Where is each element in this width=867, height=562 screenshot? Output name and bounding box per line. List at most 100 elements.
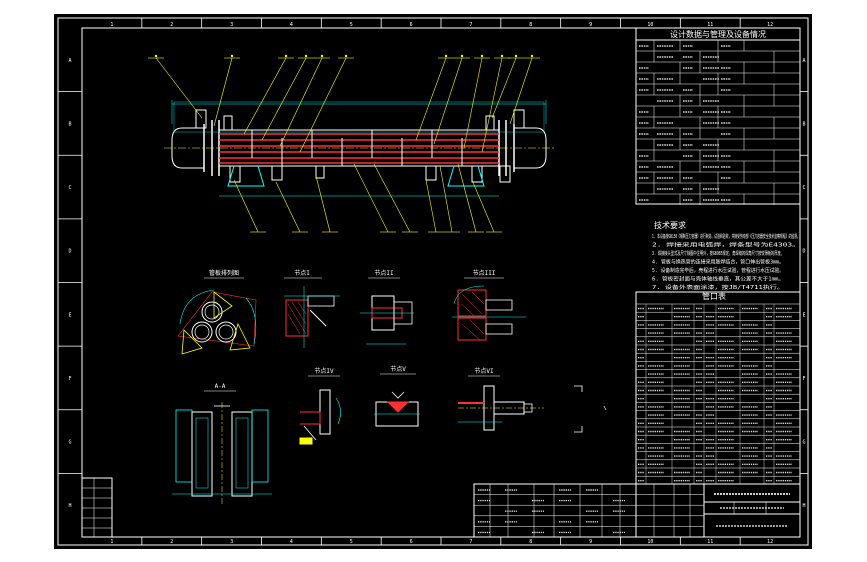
border-number-bottom: 3: [230, 539, 233, 545]
border-letter-left: D: [68, 249, 71, 255]
tube-bundle: [219, 133, 499, 164]
border-number-top: 12: [767, 22, 773, 28]
nozzle-bottom-4: [425, 165, 437, 181]
leader-balloon: [514, 54, 518, 58]
title-block: [81, 477, 801, 538]
detail-label-7: 节点V: [390, 365, 406, 373]
detail-node-5: 节点V: [374, 365, 420, 427]
detail-node-2: 节点II: [360, 269, 414, 345]
part-leader-lines: [148, 54, 540, 233]
drawing-sheet: 1 2 3 4 5 6 7 8 9 10 11 12 1 2 3 4 5 6 7 8 9 10 11 12 A B C D E F G H A B…: [54, 14, 812, 549]
tech-requirement-lines: 1. 本设备按GB150《钢制压力容器》进行制造、试验和验收，并接受劳动部《压力…: [652, 233, 800, 291]
spec-table-title: 设计数据与管理及设备情况: [670, 29, 766, 39]
design-spec-table: 设计数据与管理及设备情况: [635, 27, 801, 205]
leader-balloon: [344, 54, 348, 58]
detail-label-8: 节点VI: [474, 367, 494, 375]
leader-balloon: [304, 54, 308, 58]
leader-balloon: [460, 54, 464, 58]
detail-label-3: 节点II: [374, 269, 394, 277]
border-letter-right: A: [802, 58, 805, 64]
leader-balloon: [444, 54, 448, 58]
border-number-bottom: 12: [767, 539, 773, 545]
border-number-top: 8: [529, 22, 532, 28]
tech-requirement-line: 1. 本设备按GB150《钢制压力容器》进行制造、试验和验收，并接受劳动部《压力…: [652, 233, 800, 240]
border-letter-right: B: [802, 121, 805, 127]
tech-requirement-line: 2. 焊接采用电弧焊，焊条型号为E4303。: [652, 242, 800, 249]
detail-section-a-a: A-A: [172, 383, 272, 504]
border-letter-left: E: [68, 312, 71, 318]
border-number-top: 4: [290, 22, 293, 28]
technical-requirements: 技术要求 1. 本设备按GB150《钢制压力容器》进行制造、试验和验收，并接受劳…: [652, 220, 800, 291]
leader-balloon: [284, 54, 288, 58]
leader-balloon: [480, 54, 484, 58]
border-letter-right: H: [802, 503, 805, 509]
border-letter-left: H: [68, 503, 71, 509]
border-letter-left: B: [68, 121, 71, 127]
border-number-top: 2: [170, 22, 173, 28]
border-number-bottom: 7: [469, 539, 472, 545]
border-letter-right: F: [802, 376, 805, 382]
nozzle-table: 管口表: [635, 291, 801, 485]
border-number-top: 11: [707, 22, 713, 28]
border-letter-right: C: [802, 185, 805, 191]
detail-label-5: A-A: [215, 383, 226, 390]
border-number-top: 7: [469, 22, 472, 28]
nozzle-table-rows: [636, 303, 800, 485]
border-number-bottom: 10: [647, 539, 653, 545]
border-letter-left: F: [68, 376, 71, 382]
border-number-bottom: 4: [290, 539, 293, 545]
detail-node-3: 节点III: [452, 269, 526, 341]
main-assembly-view: [148, 54, 554, 233]
saddle-left: [227, 165, 265, 187]
nozzle-bottom-6: [499, 165, 511, 183]
border-number-bottom: 8: [529, 539, 532, 545]
tech-requirement-line: 5. 设备制造完毕后，壳程进行水压试验，管程进行水压试验。: [652, 267, 784, 274]
detail-label-2: 节点I: [294, 269, 310, 277]
border-letter-right: G: [802, 440, 805, 446]
detail-node-6: 节点VI: [458, 367, 544, 431]
tech-requirement-line: 4. 管板与换热管的连接采用胀焊结合，管口伸出管板3mm。: [652, 259, 784, 266]
border-letter-right: D: [802, 249, 805, 255]
nozzle-table-title: 管口表: [702, 291, 726, 301]
border-letter-right: E: [802, 312, 805, 318]
tech-requirement-line: 6. 管板密封面与壳体轴线垂直，其公差不大于1mm。: [652, 276, 784, 283]
tech-requirement-line: 7. 设备外表面涂漆，按JB/T4711执行。: [652, 284, 784, 291]
border-number-bottom: 9: [589, 539, 592, 545]
title-block-grid: [474, 484, 790, 537]
detail-node-4: 节点IV: [299, 367, 341, 445]
detail-label-4: 节点III: [473, 269, 496, 277]
cad-viewport[interactable]: 1 2 3 4 5 6 7 8 9 10 11 12 1 2 3 4 5 6 7 8 9 10 11 12 A B C D E F G H A B…: [0, 0, 867, 562]
border-number-top: 9: [589, 22, 592, 28]
border-number-top: 3: [230, 22, 233, 28]
nozzle-shell-top-left: [223, 115, 233, 131]
border-number-bottom: 2: [170, 539, 173, 545]
spec-table-rows: [636, 39, 800, 205]
border-letter-left: G: [68, 440, 71, 446]
detail-label-1: 管板排列图: [209, 269, 239, 277]
tech-requirements-title: 技术要求: [654, 220, 686, 230]
detail-node-1: 节点I: [284, 269, 340, 348]
border-number-top: 1: [110, 22, 113, 28]
leader-balloon: [154, 54, 158, 58]
saddle-right: [447, 165, 485, 187]
detail-tube-layout: 管板排列图: [177, 269, 257, 355]
tech-requirement-line: 3. 焊接接头型式及尺寸除图中注明外，按GB985规定，角焊缝的焊角尺寸按较薄板…: [652, 250, 784, 257]
border-number-top: 10: [647, 22, 653, 28]
border-number-bottom: 1: [110, 539, 113, 545]
leader-balloon: [230, 54, 234, 58]
leader-balloon: [320, 54, 324, 58]
border-number-bottom: 5: [350, 539, 353, 545]
nozzle-bottom-2: [271, 165, 283, 181]
border-letter-left: C: [68, 185, 71, 191]
leader-balloon: [500, 54, 504, 58]
border-number-bottom: 6: [410, 539, 413, 545]
section-markers: [574, 385, 607, 433]
border-number-top: 6: [410, 22, 413, 28]
border-letter-left: A: [68, 58, 71, 64]
nozzle-bottom-3: [315, 165, 325, 179]
detail-label-6: 节点IV: [314, 367, 334, 375]
inner-frame: [81, 27, 801, 538]
leader-balloon: [530, 54, 534, 58]
nozzle-tube-outlet: [513, 109, 525, 129]
drawing-canvas: 1 2 3 4 5 6 7 8 9 10 11 121 2 3 4 5 6 7 8 9 10 11 12ABCDEFGHAB…: [57, 17, 809, 546]
